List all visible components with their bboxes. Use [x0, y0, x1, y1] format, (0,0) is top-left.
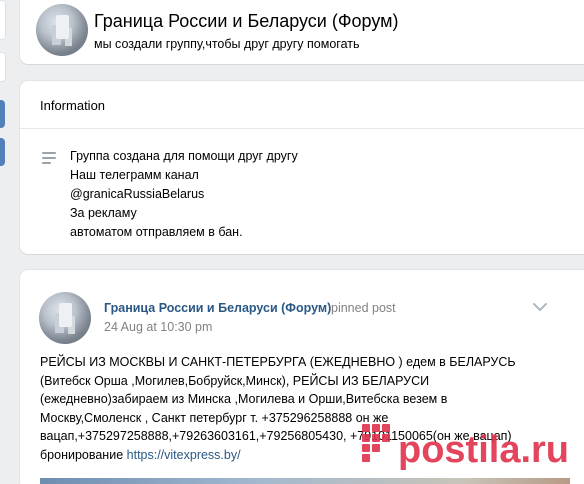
info-line: Наш телеграмм канал — [70, 168, 199, 182]
group-header-card: Граница России и Беларуси (Форум) мы соз… — [20, 0, 584, 64]
group-title: Граница России и Беларуси (Форум) — [94, 11, 399, 31]
group-avatar[interactable] — [36, 4, 88, 56]
info-line: Группа создана для помощи друг другу — [70, 149, 298, 163]
info-line: @granicaRussiaBelarus — [70, 187, 205, 201]
chevron-down-icon[interactable] — [532, 302, 548, 312]
sidebar-edge-tab[interactable] — [0, 0, 6, 40]
post-link[interactable]: https://vitexpress.by/ — [127, 448, 241, 462]
post-text: РЕЙСЫ ИЗ МОСКВЫ И САНКТ-ПЕТЕРБУРГА (ЕЖЕД… — [40, 353, 560, 465]
post-text-line: (Витебск Орша ,Могилев,Бобруйск,Минск), … — [40, 373, 430, 388]
post-text-line: вацап,+375297258888,+79263603161,+792568… — [40, 429, 512, 444]
pinned-label: pinned post — [331, 301, 396, 315]
info-line: За рекламу — [70, 206, 137, 220]
post-author-avatar[interactable] — [39, 292, 91, 344]
pinned-post-card: Граница России и Беларуси (Форум) pinned… — [20, 270, 584, 484]
group-status: мы создали группу,чтобы друг другу помог… — [94, 37, 360, 51]
post-booking-line: бронирование https://vitexpress.by/ — [40, 446, 560, 465]
post-text-line: Москву,Смоленск , Санкт петербург т. +37… — [40, 410, 389, 425]
info-line: автоматом отправляем в бан. — [70, 225, 243, 239]
post-text-line: РЕЙСЫ ИЗ МОСКВЫ И САНКТ-ПЕТЕРБУРГА (ЕЖЕД… — [40, 355, 516, 369]
sidebar-edge-button[interactable] — [0, 100, 5, 128]
left-sidebar-edge — [0, 0, 8, 484]
information-body: Группа создана для помощи друг другу Наш… — [20, 129, 584, 242]
description-lines-icon — [42, 152, 56, 164]
post-author-link[interactable]: Граница России и Беларуси (Форум) — [104, 301, 331, 315]
post-image[interactable] — [40, 478, 570, 484]
booking-label: бронирование — [40, 447, 124, 462]
information-card: Information Группа создана для помощи др… — [20, 81, 584, 254]
information-header: Information — [20, 81, 584, 129]
post-text-line: (ежедневно)забираем из Минска ,Могилева … — [40, 392, 448, 407]
post-date-link[interactable]: 24 Aug at 10:30 pm — [104, 320, 212, 334]
sidebar-edge-button[interactable] — [0, 138, 5, 166]
sidebar-edge-tab[interactable] — [0, 52, 6, 82]
